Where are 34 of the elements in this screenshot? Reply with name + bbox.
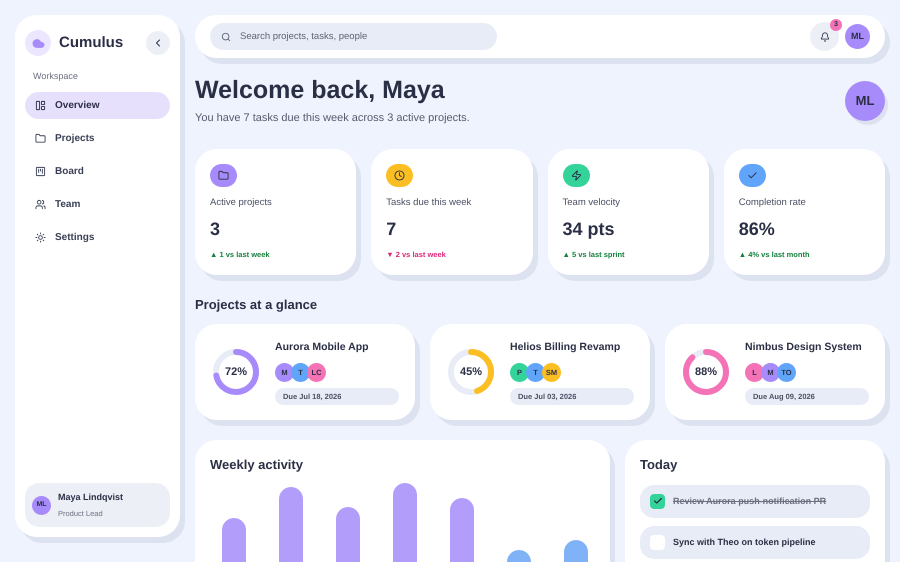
user-avatar: ML bbox=[845, 80, 885, 121]
stat-value: 7 bbox=[386, 218, 398, 240]
stat-value: 34 pts bbox=[562, 218, 616, 241]
nav-item[interactable]: Overview bbox=[25, 92, 170, 118]
stat-label: Completion rate bbox=[738, 196, 807, 210]
project-name: Nimbus Design System bbox=[745, 340, 863, 355]
progress-percent: 45% bbox=[460, 365, 482, 380]
task-label: Review Aurora push-notification PR bbox=[673, 494, 826, 508]
nav-item[interactable]: Board bbox=[25, 158, 170, 184]
stat-value: 86% bbox=[738, 218, 776, 240]
user-name: Maya Lindqvist bbox=[58, 491, 124, 504]
stat-label: Team velocity bbox=[562, 196, 622, 210]
profile-avatar[interactable]: ML bbox=[845, 24, 870, 49]
section-label: Workspace bbox=[33, 70, 79, 83]
progress-percent: 88% bbox=[694, 365, 718, 380]
task-row[interactable]: Sync with Theo on token pipeline bbox=[640, 526, 870, 559]
nav-item[interactable]: Settings bbox=[25, 224, 170, 250]
section-title: Projects at a glance bbox=[195, 296, 318, 314]
welcome-subtitle: You have 7 tasks due this week across 3 active projects. bbox=[195, 111, 471, 126]
progress-percent: 72% bbox=[224, 365, 248, 380]
card-title: Today bbox=[640, 456, 678, 474]
task-label: Sync with Theo on token pipeline bbox=[673, 536, 816, 549]
nav-item[interactable]: Projects bbox=[25, 124, 170, 152]
project-name: Aurora Mobile App bbox=[275, 340, 370, 355]
stat-value: 3 bbox=[210, 218, 222, 240]
task-row[interactable]: Review Aurora push-notification PR bbox=[640, 484, 870, 518]
stat-label: Active projects bbox=[210, 196, 273, 210]
card-title: Weekly activity bbox=[210, 456, 304, 474]
stat-label: Tasks due this week bbox=[386, 196, 472, 210]
nav-item[interactable]: Team bbox=[25, 190, 170, 218]
welcome-title: Welcome back, Maya bbox=[195, 75, 446, 106]
brand-name: Cumulus bbox=[59, 32, 124, 53]
search-field[interactable]: Search projects, tasks, people bbox=[210, 23, 497, 50]
project-name: Helios Billing Revamp bbox=[510, 340, 622, 355]
